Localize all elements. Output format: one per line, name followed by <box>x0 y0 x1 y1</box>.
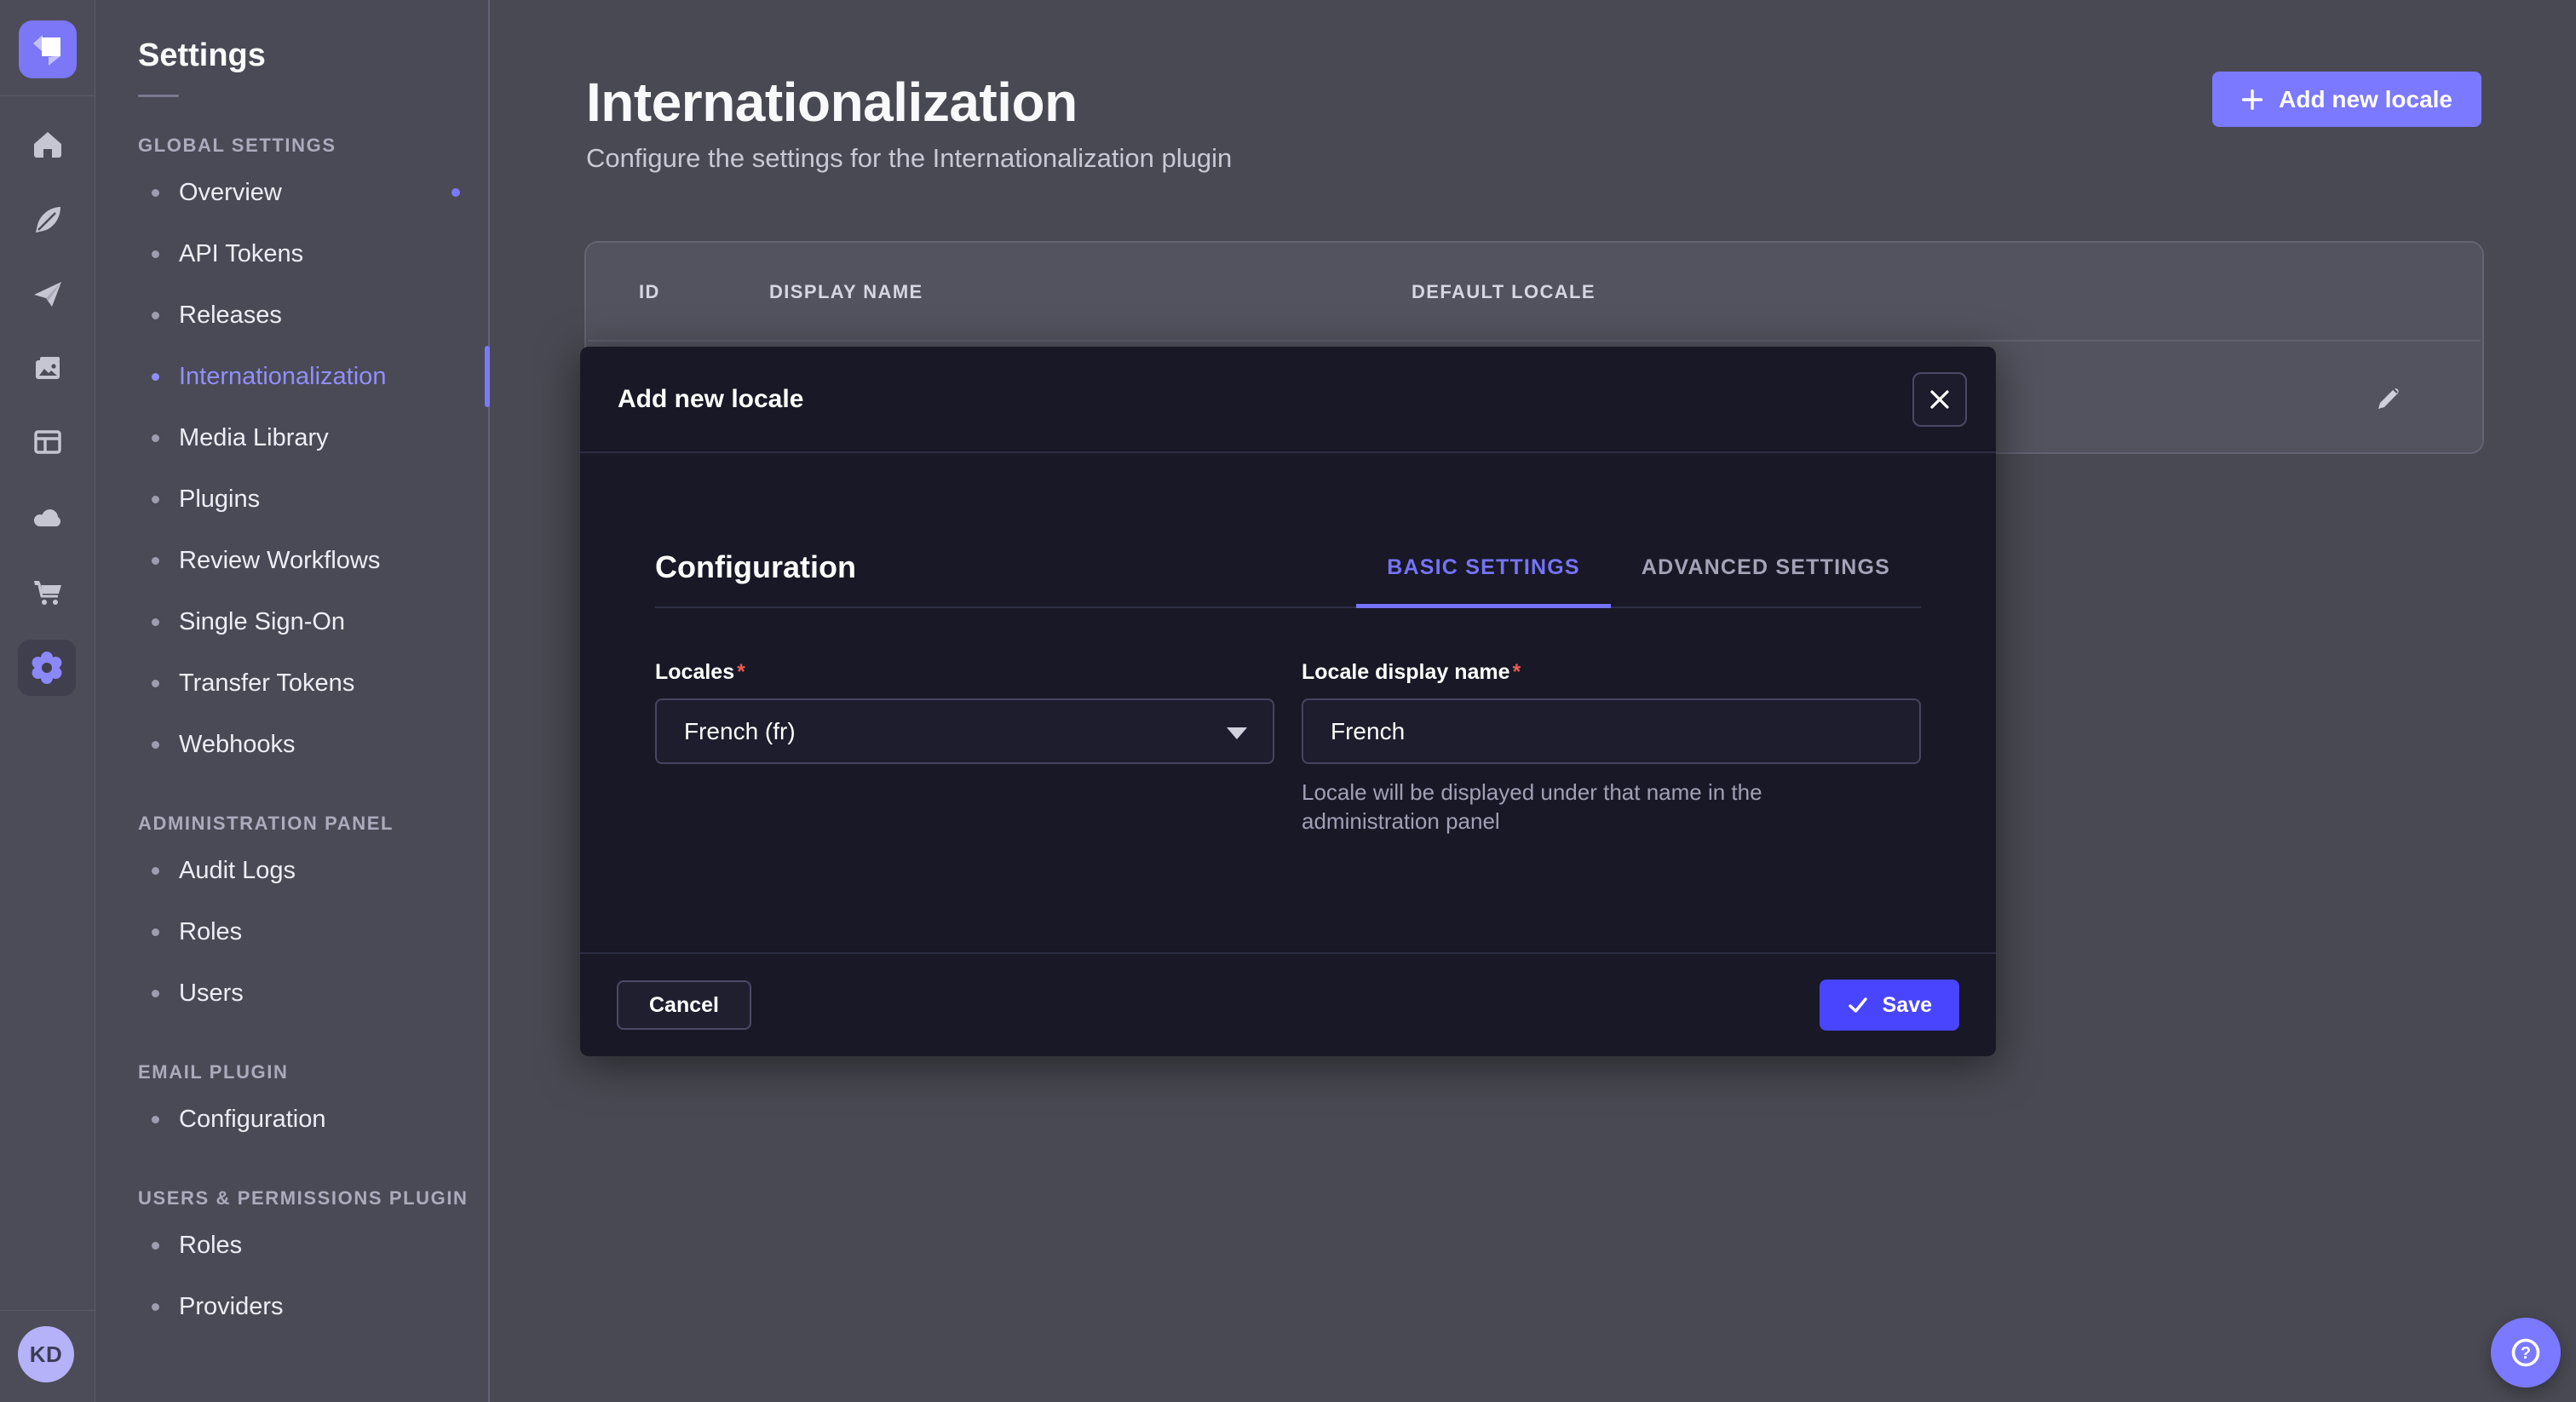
tab-advanced-settings[interactable]: ADVANCED SETTINGS <box>1611 555 1921 608</box>
modal-tabs: BASIC SETTINGS ADVANCED SETTINGS <box>655 555 1921 608</box>
bullet-icon <box>152 1242 159 1250</box>
plus-icon <box>2241 89 2263 111</box>
avatar[interactable]: KD <box>18 1326 74 1382</box>
sidebar-item-overview[interactable]: Overview <box>95 162 488 223</box>
add-locale-modal: Add new locale Configuration BASIC SETTI… <box>580 347 1996 1056</box>
sidebar-item-up-roles[interactable]: Roles <box>95 1215 488 1276</box>
bullet-icon <box>152 990 159 997</box>
strapi-logo-icon <box>19 20 77 78</box>
display-name-field: Locale display name* Locale will be disp… <box>1302 660 1921 836</box>
sidebar-item-admin-roles[interactable]: Roles <box>95 901 488 962</box>
display-name-input[interactable] <box>1302 698 1921 764</box>
sidebar-item-webhooks[interactable]: Webhooks <box>95 714 488 775</box>
marketplace-icon[interactable] <box>0 577 95 608</box>
save-button[interactable]: Save <box>1820 980 1959 1031</box>
sidebar-item-media-library[interactable]: Media Library <box>95 407 488 468</box>
chevron-down-icon <box>1227 727 1247 739</box>
locales-field: Locales* French (fr) <box>655 660 1274 836</box>
sidebar-item-review-workflows[interactable]: Review Workflows <box>95 530 488 591</box>
bullet-icon <box>152 373 159 381</box>
modal-title: Add new locale <box>618 385 803 414</box>
column-header-display-name: DISPLAY NAME <box>769 281 1412 303</box>
icon-rail: KD <box>0 0 95 1402</box>
display-name-label: Locale display name* <box>1302 660 1921 685</box>
check-icon <box>1847 994 1869 1016</box>
bullet-icon <box>152 557 159 565</box>
settings-icon[interactable] <box>18 640 76 696</box>
bullet-icon <box>152 1116 159 1123</box>
required-mark: * <box>737 660 745 684</box>
required-mark: * <box>1513 660 1521 684</box>
rail-divider-top <box>0 95 95 96</box>
sidebar-item-single-sign-on[interactable]: Single Sign-On <box>95 591 488 652</box>
sidebar-item-api-tokens[interactable]: API Tokens <box>95 223 488 284</box>
close-icon[interactable] <box>1912 372 1967 427</box>
sidebar-item-releases[interactable]: Releases <box>95 284 488 346</box>
display-name-hint: Locale will be displayed under that name… <box>1302 778 1889 836</box>
bullet-icon <box>152 741 159 749</box>
modal-fields: Locales* French (fr) Locale display name… <box>655 660 1921 836</box>
modal-header: Add new locale <box>580 347 1996 453</box>
tab-basic-settings[interactable]: BASIC SETTINGS <box>1356 555 1611 608</box>
help-button[interactable]: ? <box>2491 1318 2561 1388</box>
section-header-administration-panel: ADMINISTRATION PANEL <box>138 813 488 835</box>
table-header-row: ID DISPLAY NAME DEFAULT LOCALE <box>588 244 2481 340</box>
deploy-icon[interactable] <box>0 279 95 309</box>
subnav-title-divider <box>138 95 179 97</box>
sidebar-item-email-configuration[interactable]: Configuration <box>95 1089 488 1150</box>
bullet-icon <box>152 434 159 442</box>
svg-text:?: ? <box>2521 1344 2531 1363</box>
bullet-icon <box>152 928 159 936</box>
rail-divider-bottom <box>0 1310 95 1311</box>
column-header-default-locale: DEFAULT LOCALE <box>1412 281 2361 303</box>
bullet-icon <box>152 618 159 626</box>
bullet-icon <box>152 867 159 875</box>
content-manager-icon[interactable] <box>0 427 95 457</box>
subnav-title: Settings <box>138 37 488 74</box>
strapi-logo[interactable] <box>19 20 77 78</box>
bullet-icon <box>152 1303 159 1311</box>
cloud-icon[interactable] <box>0 503 95 531</box>
sidebar-item-providers[interactable]: Providers <box>95 1276 488 1337</box>
bullet-icon <box>152 250 159 258</box>
media-library-icon[interactable] <box>0 353 95 383</box>
sidebar-item-audit-logs[interactable]: Audit Logs <box>95 840 488 901</box>
notification-dot <box>451 188 460 197</box>
bullet-icon <box>152 189 159 197</box>
locales-label: Locales* <box>655 660 1274 685</box>
page-title: Internationalization <box>586 71 1078 134</box>
bullet-icon <box>152 680 159 687</box>
sidebar-item-plugins[interactable]: Plugins <box>95 468 488 530</box>
column-header-id: ID <box>639 281 769 303</box>
bullet-icon <box>152 496 159 503</box>
modal-footer: Cancel Save <box>580 952 1996 1056</box>
edit-icon[interactable] <box>2375 382 2404 411</box>
bullet-icon <box>152 312 159 319</box>
sidebar-item-transfer-tokens[interactable]: Transfer Tokens <box>95 652 488 714</box>
add-new-locale-button[interactable]: Add new locale <box>2212 72 2481 127</box>
section-header-global-settings: GLOBAL SETTINGS <box>138 135 488 157</box>
cancel-button[interactable]: Cancel <box>617 980 751 1030</box>
sidebar-item-internationalization[interactable]: Internationalization <box>95 346 488 407</box>
home-icon[interactable] <box>0 129 95 160</box>
locales-select-value: French (fr) <box>684 718 796 745</box>
section-header-email-plugin: EMAIL PLUGIN <box>138 1061 488 1083</box>
question-mark-icon: ? <box>2506 1333 2545 1372</box>
locales-select[interactable]: French (fr) <box>655 698 1274 764</box>
page-subtitle: Configure the settings for the Internati… <box>586 143 1232 174</box>
settings-subnav: Settings GLOBAL SETTINGS Overview API To… <box>95 0 490 1402</box>
sidebar-item-users[interactable]: Users <box>95 962 488 1024</box>
content-type-builder-icon[interactable] <box>0 204 95 235</box>
section-header-users-permissions-plugin: USERS & PERMISSIONS PLUGIN <box>138 1187 488 1210</box>
